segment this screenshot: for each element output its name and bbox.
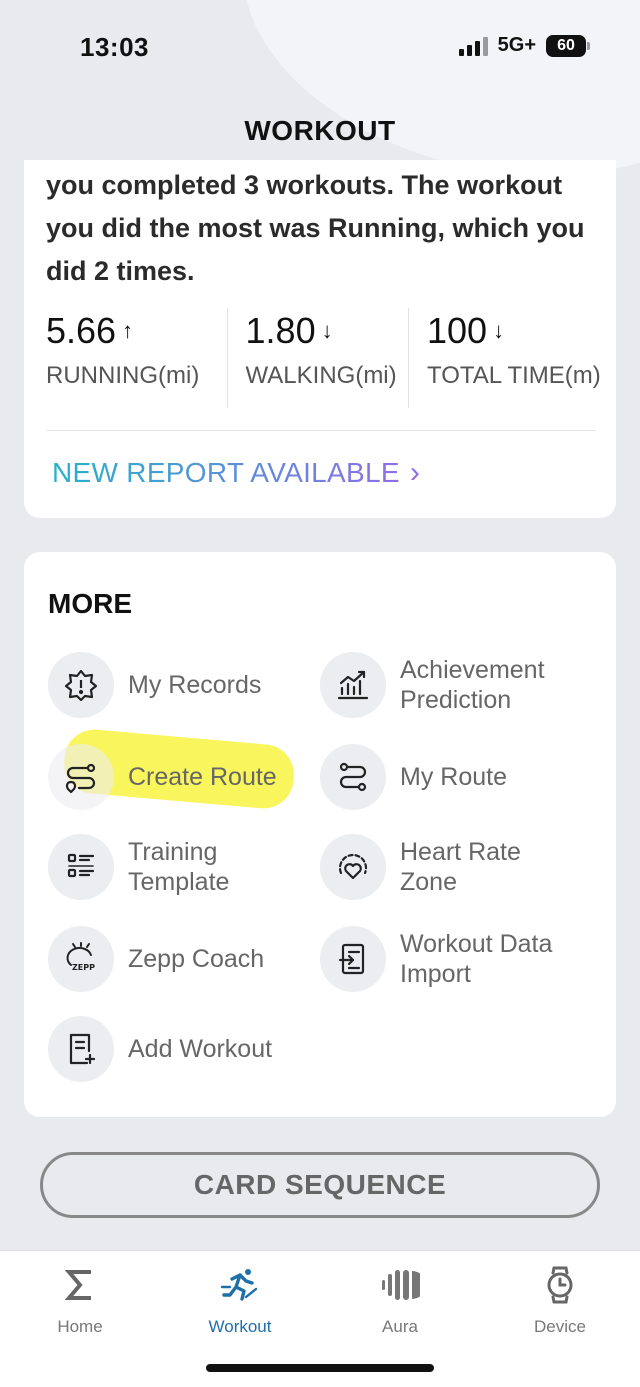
create-route-icon — [48, 744, 114, 810]
more-item-create-route[interactable]: Create Route — [48, 742, 318, 812]
divider — [46, 430, 596, 431]
watch-icon — [544, 1263, 576, 1307]
battery-level: 60 — [546, 34, 586, 57]
stat-label: RUNNING(mi) — [46, 362, 200, 389]
more-item-label: Workout Data Import — [400, 930, 553, 988]
stat-value: 1.80 — [245, 310, 316, 351]
route-icon — [320, 744, 386, 810]
trend-chart-icon — [320, 652, 386, 718]
tab-home[interactable]: Home — [0, 1263, 160, 1343]
new-report-link[interactable]: NEW REPORT AVAILABLE › — [52, 456, 420, 490]
more-item-label: Create Route — [128, 763, 277, 791]
report-summary: you completed 3 workouts. The workout yo… — [46, 170, 585, 286]
card-sequence-button[interactable]: CARD SEQUENCE — [40, 1152, 600, 1218]
trend-down-icon: ↓ — [493, 318, 505, 343]
sigma-icon — [65, 1263, 95, 1307]
more-item-label: Zepp Coach — [128, 945, 265, 973]
more-item-my-records[interactable]: My Records — [48, 650, 318, 720]
tab-aura[interactable]: Aura — [320, 1263, 480, 1343]
more-item-workout-data-import[interactable]: Workout Data Import — [320, 924, 600, 994]
stat-value: 5.66 — [46, 310, 117, 351]
more-item-label: Heart Rate Zone — [400, 838, 521, 896]
tab-workout[interactable]: Workout — [160, 1263, 320, 1343]
status-time: 13:03 — [80, 32, 149, 62]
more-item-label: Add Workout — [128, 1035, 273, 1063]
report-card[interactable]: you completed 3 workouts. The workout yo… — [24, 160, 616, 518]
records-badge-icon — [48, 652, 114, 718]
home-indicator[interactable] — [206, 1364, 434, 1372]
more-item-achievement-prediction[interactable]: Achievement Prediction — [320, 650, 600, 720]
page-title: WORKOUT — [244, 115, 396, 146]
more-item-my-route[interactable]: My Route — [320, 742, 590, 812]
add-workout-icon — [48, 1016, 114, 1082]
heart-rate-icon — [320, 834, 386, 900]
aura-icon — [380, 1263, 420, 1307]
tab-label: Home — [57, 1317, 103, 1336]
data-import-icon — [320, 926, 386, 992]
more-title: MORE — [48, 588, 132, 619]
stat-value: 100 — [427, 310, 488, 351]
tab-label: Aura — [382, 1317, 418, 1336]
more-item-label: My Records — [128, 671, 262, 699]
runner-icon — [220, 1263, 260, 1307]
template-list-icon — [48, 834, 114, 900]
battery-icon: 60 — [546, 34, 590, 57]
stat-walking: 1.80 ↓ WALKING(mi) — [226, 308, 408, 408]
more-item-heart-rate-zone[interactable]: Heart Rate Zone — [320, 832, 590, 902]
trend-up-icon: ↑ — [122, 318, 134, 343]
tab-label: Device — [534, 1317, 586, 1336]
stat-total-time: 100 ↓ TOTAL TIME(m) — [408, 308, 601, 408]
stat-running: 5.66 ↑ RUNNING(mi) — [46, 308, 227, 408]
trend-down-icon: ↓ — [321, 318, 333, 343]
zepp-icon-text: ZEPP — [72, 963, 95, 972]
tab-label: Workout — [208, 1317, 272, 1336]
stat-label: TOTAL TIME(m) — [427, 362, 601, 389]
zepp-coach-icon: ZEPP — [48, 926, 114, 992]
new-report-label: NEW REPORT AVAILABLE — [52, 457, 400, 488]
status-indicators: 5G+ 60 — [458, 34, 590, 57]
chevron-right-icon: › — [409, 456, 420, 489]
more-item-training-template[interactable]: Training Template — [48, 832, 318, 902]
network-type: 5G+ — [497, 34, 536, 56]
more-item-label: My Route — [400, 763, 507, 791]
more-item-add-workout[interactable]: Add Workout — [48, 1014, 318, 1084]
tab-device[interactable]: Device — [480, 1263, 640, 1343]
report-stats: 5.66 ↑ RUNNING(mi) 1.80 ↓ WALKING(mi) 100 ↓… — [46, 308, 601, 408]
status-bar: 13:03 5G+ 60 — [0, 0, 640, 96]
stat-label: WALKING(mi) — [245, 362, 397, 389]
more-item-label: Training Template — [128, 838, 230, 896]
more-card: MORE My Records Achievement Prediction C… — [24, 552, 616, 1117]
signal-icon — [458, 36, 488, 56]
more-item-zepp-coach[interactable]: ZEPP Zepp Coach — [48, 924, 318, 994]
more-item-label: Achievement Prediction — [400, 656, 545, 714]
